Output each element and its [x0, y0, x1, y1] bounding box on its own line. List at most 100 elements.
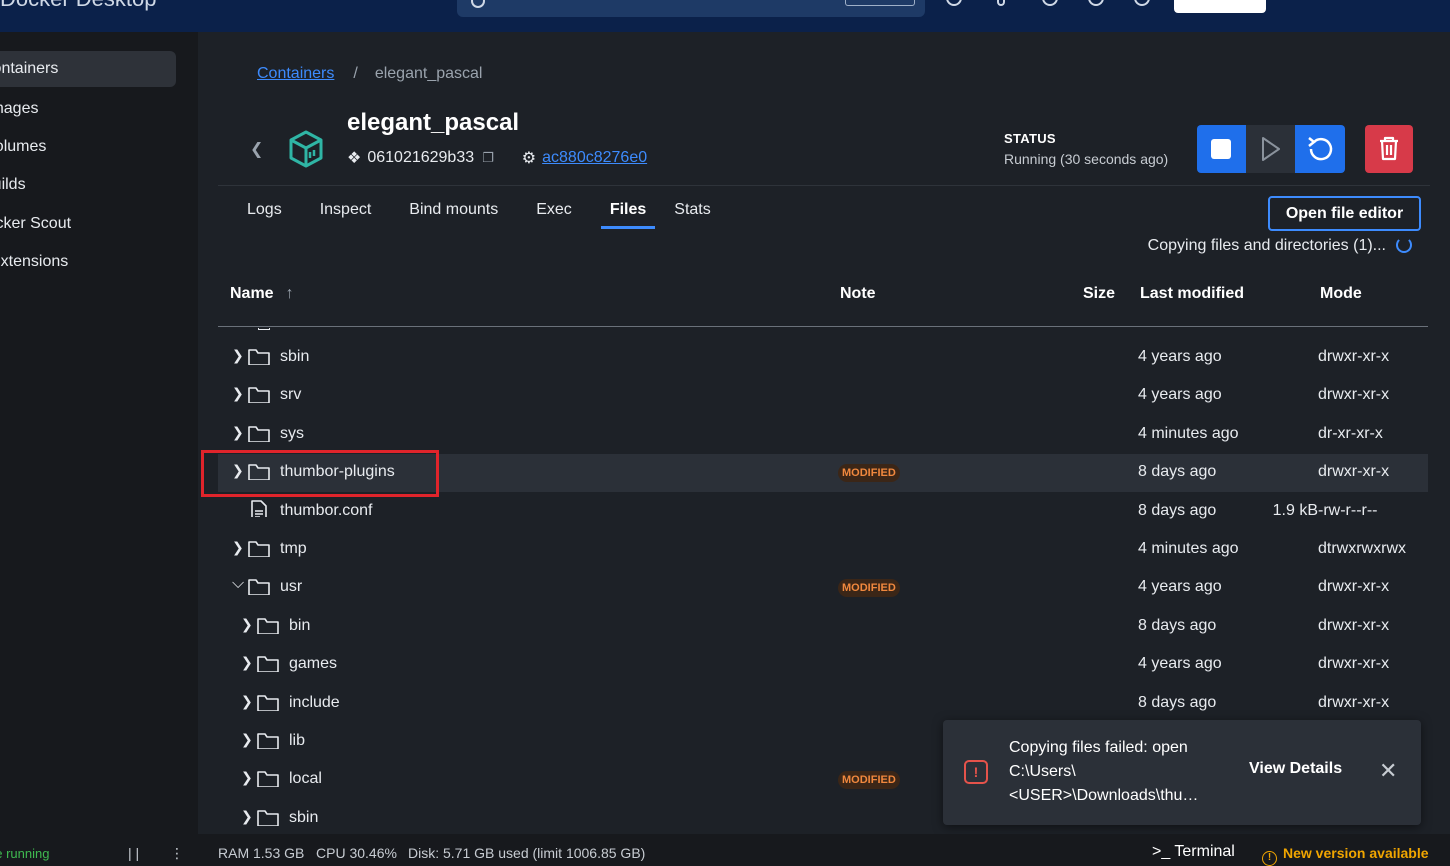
folder-icon	[257, 618, 279, 634]
tab-logs[interactable]: Logs	[247, 201, 282, 229]
sidebar-item-extensions[interactable]: Extensions	[0, 244, 176, 280]
sidebar-item-label: Extensions	[0, 253, 69, 270]
table-row[interactable]: ❯ tmp 4 minutes ago dtrwxrwxrwx	[218, 531, 1428, 569]
open-file-editor-button[interactable]: Open file editor	[1268, 196, 1421, 231]
table-row[interactable]: ❯ include 8 days ago drwxr-xr-x	[218, 685, 1428, 723]
error-icon: !	[964, 760, 988, 784]
view-details-button[interactable]: View Details	[1249, 760, 1342, 778]
table-row[interactable]: ⌵ usr MODIFIED 4 years ago drwxr-xr-x	[218, 569, 1428, 607]
table-row[interactable]: ❯ bin 8 days ago drwxr-xr-x	[218, 608, 1428, 646]
file-name: thumbor.conf	[280, 502, 373, 519]
new-version-link[interactable]: ! New version available	[1262, 845, 1429, 866]
sidebar-item-docker-scout[interactable]: Docker Scout	[0, 206, 176, 242]
last-modified: 8 days ago	[1138, 502, 1217, 519]
container-title: elegant_pascal	[347, 109, 520, 136]
extensions-icon[interactable]	[1042, 0, 1058, 6]
table-row[interactable]: ❯ sbin 4 years ago drwxr-xr-x	[218, 339, 1428, 377]
sign-in-button[interactable]	[1174, 0, 1266, 13]
stop-button[interactable]	[1197, 125, 1246, 173]
settings-icon[interactable]	[1088, 0, 1104, 6]
back-chevron-icon[interactable]: ❮	[250, 139, 263, 159]
sidebar-item-label: Containers	[0, 60, 59, 77]
chevron-right-icon[interactable]: ❯	[241, 693, 253, 710]
image-icon: ❖	[347, 150, 362, 167]
last-modified: 4 years ago	[1138, 655, 1222, 672]
tab-files[interactable]: Files	[600, 201, 656, 229]
sidebar-item-images[interactable]: Images	[0, 91, 176, 127]
file-mode: drwxr-xr-x	[1318, 617, 1390, 634]
sidebar-item-containers[interactable]: Containers	[0, 51, 176, 87]
table-row[interactable]: ❯ sys 4 minutes ago dr-xr-xr-x	[218, 416, 1428, 454]
last-modified: 4 minutes ago	[1138, 425, 1239, 442]
pause-icon[interactable]: | |	[128, 845, 139, 861]
file-mode: drwxr-xr-x	[1318, 463, 1390, 480]
main-content: Containers / elegant_pascal ❮ elegant_pasc…	[198, 32, 1450, 834]
modified-badge: MODIFIED	[838, 464, 900, 482]
close-icon[interactable]: ✕	[1379, 758, 1397, 784]
restart-icon	[1308, 137, 1333, 161]
search-shortcut-key	[845, 0, 915, 6]
status-bar: Engine running | | ⋮ RAM 1.53 GB CPU 30.…	[0, 834, 1450, 866]
chevron-down-icon[interactable]: ⌵	[232, 575, 244, 593]
tab-bind-mounts[interactable]: Bind mounts	[409, 201, 498, 229]
chevron-right-icon[interactable]: ❯	[241, 769, 253, 786]
chevron-right-icon[interactable]: ❯	[232, 347, 244, 364]
folder-icon	[257, 695, 279, 711]
column-header-name[interactable]: Name ↑	[230, 285, 294, 303]
folder-icon	[248, 579, 270, 595]
sidebar-item-builds[interactable]: Builds	[0, 167, 176, 203]
file-mode: drwxr-xr-x	[1318, 386, 1390, 403]
trash-icon	[1380, 136, 1398, 161]
chevron-right-icon[interactable]: ❯	[241, 808, 253, 825]
apps-grid-icon[interactable]	[1134, 0, 1150, 6]
table-row[interactable]: thumbor.conf 1.9 kB 8 days ago -rw-r--r--	[218, 493, 1428, 531]
tab-stats[interactable]: Stats	[674, 201, 710, 229]
partial-folder-icon	[258, 328, 270, 330]
search-bar[interactable]	[457, 0, 925, 17]
file-mode: dr-xr-xr-x	[1318, 425, 1383, 442]
chevron-right-icon[interactable]: ❯	[241, 731, 253, 748]
stop-icon	[1211, 139, 1231, 159]
breadcrumb-containers-link[interactable]: Containers	[257, 65, 334, 82]
sidebar-item-label: Builds	[0, 176, 26, 193]
chevron-right-icon[interactable]: ❯	[241, 616, 253, 633]
app-brand: Docker Desktop	[0, 0, 157, 12]
help-icon[interactable]	[946, 0, 962, 6]
chevron-right-icon[interactable]: ❯	[232, 424, 244, 441]
restart-button[interactable]	[1295, 125, 1345, 173]
column-header-note[interactable]: Note	[840, 285, 876, 303]
column-header-size[interactable]: Size	[1083, 285, 1115, 303]
file-icon	[251, 500, 267, 517]
chevron-right-icon[interactable]: ❯	[232, 385, 244, 402]
copying-progress-text: Copying files and directories (1)...	[1147, 237, 1386, 254]
file-mode: drwxr-xr-x	[1318, 578, 1390, 595]
sidebar: Containers Images Volumes Builds Docker …	[0, 32, 198, 834]
start-button[interactable]	[1246, 125, 1295, 173]
chevron-right-icon[interactable]: ❯	[241, 654, 253, 671]
chevron-right-icon[interactable]: ❯	[232, 539, 244, 556]
terminal-button[interactable]: >_ Terminal	[1152, 843, 1235, 861]
container-id-link[interactable]: ac880c8276e0	[542, 149, 647, 167]
last-modified: 4 years ago	[1138, 386, 1222, 403]
column-header-mode[interactable]: Mode	[1320, 285, 1362, 303]
sidebar-item-label: Volumes	[0, 138, 47, 155]
new-version-label: New version available	[1283, 845, 1429, 861]
more-options-icon[interactable]: ⋮	[170, 845, 184, 862]
file-name: local	[289, 770, 322, 787]
delete-button[interactable]	[1365, 125, 1413, 173]
last-modified: 4 years ago	[1138, 578, 1222, 595]
file-name: bin	[289, 617, 311, 634]
table-row[interactable]: ❯ srv 4 years ago drwxr-xr-x	[218, 377, 1428, 415]
file-name: usr	[280, 578, 303, 595]
sidebar-item-volumes[interactable]: Volumes	[0, 129, 176, 165]
file-mode: drwxr-xr-x	[1318, 694, 1390, 711]
table-row[interactable]: ❯ games 4 years ago drwxr-xr-x	[218, 646, 1428, 684]
file-size: 1.9 kB	[1272, 502, 1318, 519]
tab-exec[interactable]: Exec	[536, 201, 572, 229]
copy-icon[interactable]: ❐	[482, 150, 494, 166]
file-mode: -rw-r--r--	[1318, 502, 1378, 519]
folder-icon	[257, 656, 279, 672]
notifications-icon[interactable]	[997, 0, 1005, 6]
tab-inspect[interactable]: Inspect	[320, 201, 372, 229]
column-header-last-modified[interactable]: Last modified	[1140, 285, 1244, 303]
